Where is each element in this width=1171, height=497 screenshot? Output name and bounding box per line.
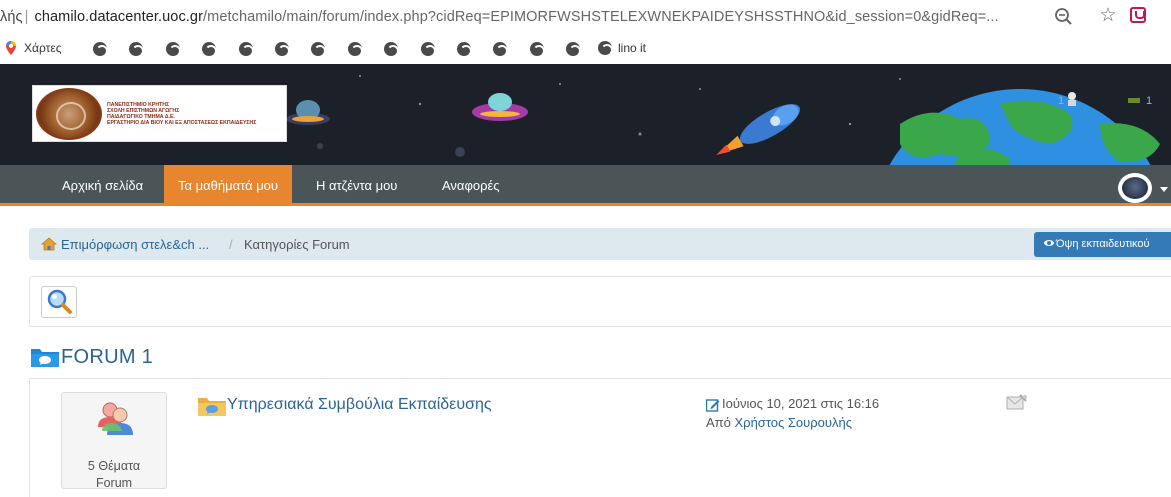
last-post-author-link[interactable]: Χρήστος Σουρουλής (735, 415, 852, 430)
nav-my-agenda[interactable]: Η ατζέντα μου (302, 165, 411, 206)
folder-chat-icon (198, 398, 226, 416)
search-button[interactable] (41, 286, 77, 318)
bookmark-globe-icon[interactable] (420, 42, 436, 57)
bookmark-globe-icon[interactable] (93, 42, 108, 57)
university-logo[interactable]: ΠΑΝΕΠΙΣΤΗΜΙΟ ΚΡΗΤΗΣ ΣΧΟΛΗ ΕΠΙΣΤΗΜΩΝ ΑΓΩΓ… (32, 85, 287, 142)
avatar-image (1122, 177, 1148, 199)
site-header-banner: 1 1 ΠΑΝΕΠΙΣΤΗΜΙΟ ΚΡΗΤΗΣ ΣΧΟΛΗ ΕΠΙΣΤΗΜΩΝ … (0, 64, 1171, 165)
url-separator: | (24, 9, 29, 25)
teacher-view-button[interactable]: Όψη εκπαιδευτικού (1034, 232, 1171, 257)
maps-pin-icon (6, 41, 16, 55)
bookmark-globe-icon[interactable] (457, 42, 472, 57)
bookmark-globe-icon[interactable] (493, 42, 509, 57)
user-avatar[interactable] (1118, 173, 1152, 203)
chevron-down-icon[interactable] (1160, 187, 1168, 192)
bookmark-maps-label: Χάρτες (24, 41, 62, 55)
last-post-date: Ιούνιος 10, 2021 στις 16:16 (722, 396, 880, 411)
nav-reports[interactable]: Αναφορές (428, 165, 514, 206)
search-icon (47, 289, 72, 314)
logo-line: ΕΡΓΑΣΤΗΡΙΟ ΔΙΑ ΒΙΟΥ ΚΑΙ ΕΞ ΑΠΟΣΤΑΣΕΩΣ ΕΚ… (107, 120, 257, 126)
category-title[interactable]: FORUM 1 (61, 346, 153, 369)
forum-toolbar (29, 276, 1171, 327)
breadcrumb-separator: / (229, 237, 233, 252)
bookmark-star-icon[interactable]: ☆ (1097, 5, 1119, 27)
banner-number-left: 1 (1058, 95, 1064, 107)
last-post-by-prefix: Από (706, 415, 731, 430)
logo-text: ΠΑΝΕΠΙΣΤΗΜΙΟ ΚΡΗΤΗΣ ΣΧΟΛΗ ΕΠΙΣΤΗΜΩΝ ΑΓΩΓ… (107, 102, 256, 126)
last-post-by: Από Χρήστος Σουρουλής (706, 415, 852, 430)
forum-label: Forum (95, 476, 133, 490)
browser-address-bar: λής | chamilo.datacenter.uoc.gr/metchamilo… (0, 0, 1171, 34)
bookmark-globe-icon[interactable] (566, 42, 582, 57)
teacher-view-label: Όψη εκπαιδευτικού (1056, 238, 1150, 250)
breadcrumb-course-link[interactable]: Επιμόρφωση στελε&ch ... (61, 237, 209, 252)
globe-icon (598, 41, 613, 56)
users-icon (98, 402, 133, 435)
university-seal-icon (36, 88, 102, 140)
bookmark-globe-icon[interactable] (275, 42, 290, 57)
bookmark-globe-icon[interactable] (311, 42, 327, 57)
url-path: /metchamilo/main/forum/index.php?cidReq=… (203, 9, 999, 25)
bookmark-globe-icon[interactable] (347, 42, 363, 57)
eye-icon (1044, 240, 1054, 247)
notify-mail-icon[interactable] (1006, 393, 1028, 411)
bookmark-lino-label: lino it (618, 41, 647, 55)
breadcrumb-current: Κατηγορίες Forum (244, 237, 350, 252)
breadcrumb: Επιμόρφωση στελε&ch ... / Κατηγορίες For… (29, 228, 1171, 260)
nav-my-courses[interactable]: Τα μαθήματά μου (164, 165, 293, 206)
home-icon[interactable] (41, 237, 57, 251)
bookmarks-bar: Χάρτες lino it (0, 34, 1171, 64)
forum-stats-box: 5 Θέματα Forum (61, 392, 167, 490)
zoom-out-icon[interactable] (1053, 6, 1075, 28)
bookmark-globe-icon[interactable] (165, 42, 181, 57)
main-navbar: Αρχική σελίδα Τα μαθήματά μου Η ατζέντα … (0, 165, 1171, 206)
banner-number-right: 1 (1146, 95, 1152, 107)
edit-icon (706, 399, 720, 412)
forum-category-header: FORUM 1 (30, 344, 153, 370)
forum-row: 5 Θέματα Forum Υπηρεσιακά Συμβούλια Εκπα… (29, 378, 1171, 497)
pocket-extension-icon[interactable] (1130, 7, 1146, 23)
url-host: chamilo.datacenter.uoc.gr (34, 9, 204, 25)
url-field[interactable]: λής | chamilo.datacenter.uoc.gr/metchamilo… (0, 9, 999, 25)
nav-home[interactable]: Αρχική σελίδα (48, 165, 157, 206)
bookmark-globe-icon[interactable] (202, 42, 218, 57)
bookmark-globe-icon[interactable] (529, 42, 545, 57)
bookmark-globe-icon[interactable] (384, 42, 400, 57)
bookmark-globe-icon[interactable] (129, 42, 145, 57)
forum-title-link[interactable]: Υπηρεσιακά Συμβούλια Εκπαίδευσης (227, 396, 492, 414)
bookmark-lino[interactable]: lino it (598, 41, 647, 56)
topics-count: 5 Θέματα (87, 459, 141, 473)
folder-chat-icon (31, 349, 59, 367)
url-prefix: λής (0, 9, 23, 25)
bookmark-globe-icon[interactable] (238, 42, 254, 57)
bookmark-maps[interactable]: Χάρτες (6, 41, 61, 55)
